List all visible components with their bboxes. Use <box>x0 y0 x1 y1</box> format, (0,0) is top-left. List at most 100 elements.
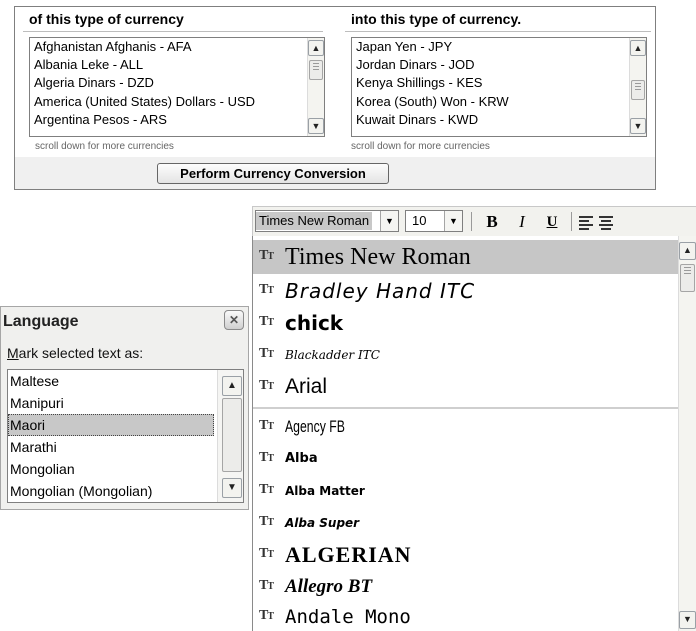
truetype-icon: TT <box>259 450 274 465</box>
arrow-down-icon[interactable]: ▼ <box>679 611 696 629</box>
list-item[interactable]: Kenya Shillings - KES <box>352 74 646 92</box>
font-name-value[interactable]: Times New Roman <box>256 212 373 230</box>
font-item-label: Agency FB <box>285 417 345 436</box>
font-item-label: Alba Super <box>285 516 360 530</box>
toolbar-separator <box>571 212 572 231</box>
underline-button[interactable]: U <box>541 211 563 233</box>
font-item-label: Alba Matter <box>285 484 365 498</box>
list-item[interactable]: Manipuri <box>8 392 214 414</box>
scrollbar-thumb[interactable] <box>309 60 323 80</box>
font-item-label: Times New Roman <box>285 244 471 270</box>
truetype-icon: TT <box>259 346 274 361</box>
to-list-scrollbar[interactable]: ▲ ▼ <box>629 38 646 136</box>
arrow-down-icon[interactable]: ▼ <box>308 118 324 134</box>
currency-converter: of this type of currency Afghanistan Afg… <box>14 6 656 190</box>
language-dialog: Language ✕ Mark selected text as: Maltes… <box>0 306 249 510</box>
to-currency-column: into this type of currency. Japan Yen - … <box>345 7 651 152</box>
arrow-up-icon[interactable]: ▲ <box>308 40 324 56</box>
close-icon[interactable]: ✕ <box>224 310 244 330</box>
font-item-bradley-hand[interactable]: TT Bradley Hand ITC <box>253 274 678 308</box>
list-item[interactable]: Japan Yen - JPY <box>352 38 646 56</box>
align-center-icon[interactable] <box>599 216 613 232</box>
scrollbar-thumb[interactable] <box>680 264 695 292</box>
list-item[interactable]: Korea (South) Won - KRW <box>352 93 646 111</box>
font-item-times-new-roman[interactable]: TT Times New Roman <box>253 240 678 274</box>
arrow-up-icon[interactable]: ▲ <box>222 376 242 396</box>
truetype-icon: TT <box>259 514 274 529</box>
list-item[interactable]: Mongolian <box>8 458 214 480</box>
font-item-alba-matter[interactable]: TT Alba Matter <box>253 474 678 508</box>
list-item[interactable]: Jordan Dinars - JOD <box>352 56 646 74</box>
truetype-icon: TT <box>259 608 274 623</box>
font-list-scrollbar[interactable]: ▲ ▼ <box>678 236 696 631</box>
access-key: M <box>7 345 19 361</box>
font-item-label: Chick <box>285 311 344 335</box>
align-left-icon[interactable] <box>579 216 593 232</box>
list-item[interactable]: Albania Leke - ALL <box>30 56 324 74</box>
font-item-algerian[interactable]: TT ALGERIAN <box>253 538 678 572</box>
list-item[interactable]: America (United States) Dollars - USD <box>30 93 324 111</box>
truetype-icon: TT <box>259 282 274 297</box>
list-item-selected[interactable]: Maori <box>8 414 214 436</box>
list-item[interactable]: Kuwait Dinars - KWD <box>352 111 646 129</box>
font-item-alba[interactable]: TT Alba <box>253 442 678 476</box>
truetype-icon: TT <box>259 546 274 561</box>
recent-fonts-divider <box>253 407 678 409</box>
scroll-note: scroll down for more currencies <box>35 141 174 152</box>
chevron-down-icon[interactable]: ▼ <box>444 211 462 231</box>
list-item[interactable]: Maltese <box>8 370 214 392</box>
from-currency-list[interactable]: Afghanistan Afghanis - AFA Albania Leke … <box>29 37 325 137</box>
list-item[interactable]: Afghanistan Afghanis - AFA <box>30 38 324 56</box>
scrollbar-thumb[interactable] <box>222 398 242 472</box>
language-list[interactable]: Maltese Manipuri Maori Marathi Mongolian… <box>7 369 244 503</box>
perform-conversion-button[interactable]: Perform Currency Conversion <box>157 163 389 184</box>
truetype-icon: TT <box>259 314 274 329</box>
font-item-label: Alba <box>285 451 318 466</box>
arrow-up-icon[interactable]: ▲ <box>679 242 696 260</box>
font-size-combo[interactable]: 10 ▼ <box>405 210 463 232</box>
italic-button[interactable]: I <box>511 211 533 233</box>
font-item-chick[interactable]: TT Chick <box>253 306 678 340</box>
to-currency-header: into this type of currency. <box>351 11 522 27</box>
formatting-toolbar: Times New Roman ▼ 10 ▼ B I U <box>252 206 696 236</box>
font-name-combo[interactable]: Times New Roman ▼ <box>255 210 399 232</box>
font-item-label: Andale Mono <box>285 606 411 628</box>
font-item-andale-mono[interactable]: TT Andale Mono <box>253 600 678 631</box>
scroll-note: scroll down for more currencies <box>351 141 490 152</box>
header-underline <box>345 31 651 32</box>
font-item-label: Bradley Hand ITC <box>285 279 476 303</box>
font-item-label: ALGERIAN <box>285 542 412 567</box>
list-item[interactable]: Mongolian (Mongolian) <box>8 480 214 502</box>
from-currency-header: of this type of currency <box>29 11 184 27</box>
bold-button[interactable]: B <box>481 211 503 233</box>
font-item-allegro[interactable]: TT Allegro BT <box>253 570 678 604</box>
font-item-alba-super[interactable]: TT Alba Super <box>253 506 678 540</box>
scrollbar-thumb[interactable] <box>631 80 645 100</box>
truetype-icon: TT <box>259 378 274 393</box>
toolbar-separator <box>471 212 472 231</box>
arrow-up-icon[interactable]: ▲ <box>630 40 646 56</box>
from-list-scrollbar[interactable]: ▲ ▼ <box>307 38 324 136</box>
font-item-label: Allegro BT <box>285 576 373 597</box>
truetype-icon: TT <box>259 482 274 497</box>
label-text: ark selected text as: <box>18 345 144 361</box>
font-item-blackadder[interactable]: TT Blackadder ITC <box>253 338 678 372</box>
currency-action-bar: Perform Currency Conversion <box>15 157 655 189</box>
from-currency-column: of this type of currency Afghanistan Afg… <box>23 7 329 152</box>
to-currency-list[interactable]: Japan Yen - JPY Jordan Dinars - JOD Keny… <box>351 37 647 137</box>
list-item[interactable]: Algeria Dinars - DZD <box>30 74 324 92</box>
arrow-down-icon[interactable]: ▼ <box>222 478 242 498</box>
font-dropdown-list[interactable]: TT Times New Roman TT Bradley Hand ITC T… <box>252 236 696 631</box>
chevron-down-icon[interactable]: ▼ <box>380 211 398 231</box>
mark-selected-label: Mark selected text as: <box>7 345 143 361</box>
arrow-down-icon[interactable]: ▼ <box>630 118 646 134</box>
list-item[interactable]: Argentina Pesos - ARS <box>30 111 324 129</box>
font-item-arial[interactable]: TT Arial <box>253 370 678 404</box>
list-item[interactable]: Marathi <box>8 436 214 458</box>
dialog-title: Language <box>3 313 79 330</box>
font-size-value[interactable]: 10 <box>412 212 426 230</box>
header-underline <box>23 31 323 32</box>
font-item-label: Blackadder ITC <box>285 348 380 362</box>
font-item-agency-fb[interactable]: TT Agency FB <box>253 410 678 444</box>
language-list-scrollbar[interactable]: ▲ ▼ <box>217 370 243 502</box>
